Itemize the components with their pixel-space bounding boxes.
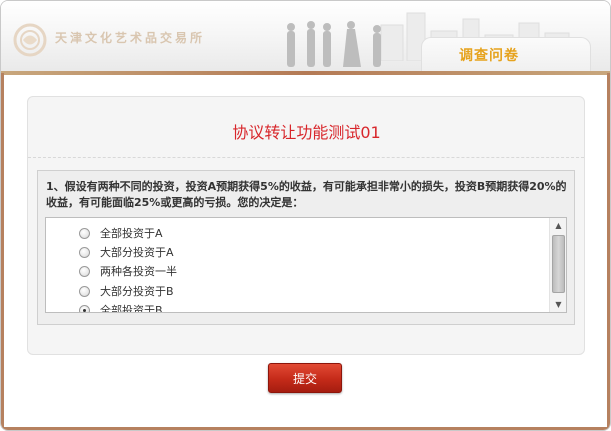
radio-button-selected[interactable]	[79, 304, 90, 312]
title-divider	[28, 157, 584, 158]
option-label: 全部投资于A	[100, 227, 163, 240]
option-1[interactable]: 全部投资于A	[79, 224, 163, 242]
survey-title: 协议转让功能测试01	[232, 123, 381, 142]
brand-name: 天津文化艺术品交易所	[55, 31, 206, 45]
option-label: 大部分投资于A	[100, 246, 174, 259]
scroll-up-icon[interactable]: ▲	[550, 218, 567, 233]
scroll-thumb[interactable]	[552, 235, 565, 293]
people-silhouettes	[287, 21, 381, 67]
radio-button[interactable]	[79, 227, 90, 239]
header-divider	[1, 71, 610, 75]
question-text: 1、假设有两种不同的投资，投资A预期获得5%的收益，有可能承担非常小的损失，投资…	[46, 180, 567, 209]
option-label: 大部分投资于B	[100, 285, 174, 298]
tab-survey-label: 调查问卷	[459, 48, 519, 64]
radio-button[interactable]	[79, 265, 90, 277]
scroll-down-icon[interactable]: ▼	[550, 297, 567, 312]
option-4[interactable]: 大部分投资于B	[79, 282, 174, 300]
logo-icon	[13, 23, 47, 57]
page-frame: 天津文化艺术品交易所 调查问卷 协议转让功能测试01 1、假设有两种不同的投资，…	[0, 0, 611, 431]
option-2[interactable]: 大部分投资于A	[79, 243, 174, 261]
option-label: 全部投资于B	[100, 304, 163, 313]
radio-button[interactable]	[79, 246, 90, 258]
submit-button[interactable]: 提交	[268, 363, 342, 393]
frame-border-bottom	[1, 427, 610, 430]
options-scrollbar[interactable]: ▲ ▼	[549, 218, 566, 312]
options-list[interactable]: 全部投资于A 大部分投资于A 两种各投资一半 大部分投资于B 全部投资于B	[45, 217, 567, 313]
option-3[interactable]: 两种各投资一半	[79, 262, 177, 280]
option-5[interactable]: 全部投资于B	[79, 301, 163, 313]
option-label: 两种各投资一半	[100, 265, 177, 278]
radio-button[interactable]	[79, 285, 90, 297]
